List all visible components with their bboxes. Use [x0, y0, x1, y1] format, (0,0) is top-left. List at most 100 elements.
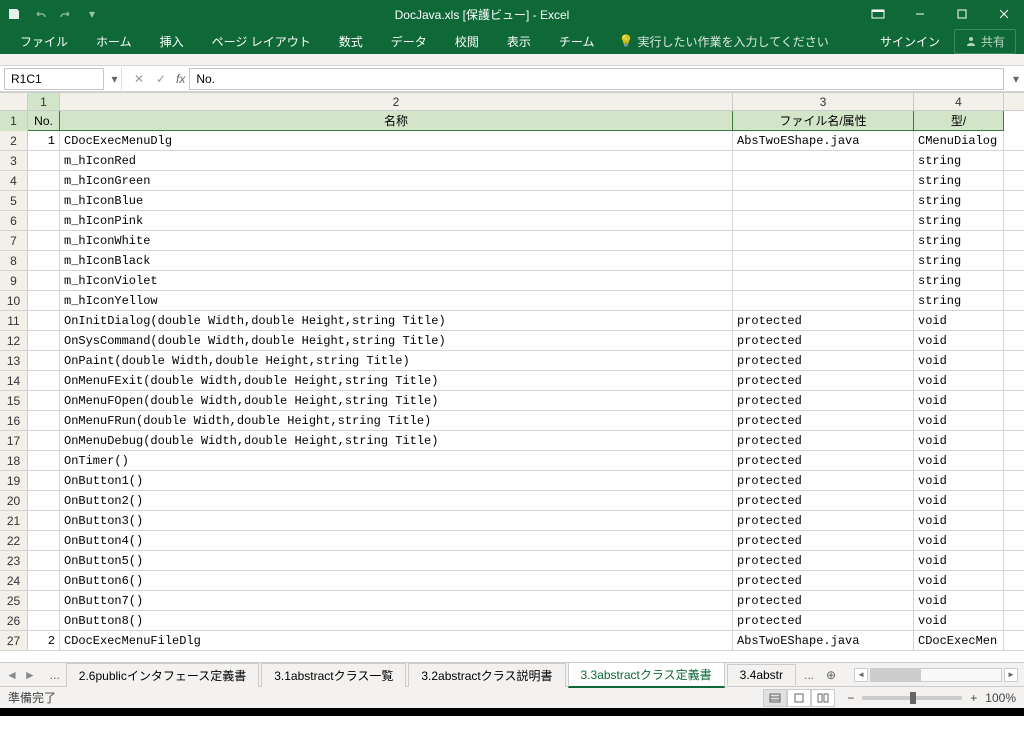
ribbon-tab-view[interactable]: 表示: [495, 29, 543, 54]
zoom-in-icon[interactable]: +: [970, 691, 977, 705]
row-header[interactable]: 17: [0, 431, 28, 450]
cell-name[interactable]: m_hIconWhite: [60, 231, 733, 250]
cell-name[interactable]: CDocExecMenuFileDlg: [60, 631, 733, 650]
row-header[interactable]: 8: [0, 251, 28, 270]
cell-name[interactable]: OnMenuFOpen(double Width,double Height,s…: [60, 391, 733, 410]
new-sheet-icon[interactable]: ⊕: [820, 665, 842, 685]
col-header[interactable]: 2: [60, 93, 733, 110]
cell-file[interactable]: protected: [733, 531, 914, 550]
col-header[interactable]: 3: [733, 93, 914, 110]
tell-me[interactable]: 💡 実行したい作業を入力してください: [618, 33, 828, 50]
tab-overflow-right[interactable]: ...: [798, 665, 820, 685]
cell-type[interactable]: string: [914, 251, 1004, 270]
col-header[interactable]: 1: [28, 93, 60, 110]
cell-type[interactable]: void: [914, 391, 1004, 410]
cell-type[interactable]: void: [914, 571, 1004, 590]
cell-type[interactable]: string: [914, 271, 1004, 290]
cell-name[interactable]: OnMenuFRun(double Width,double Height,st…: [60, 411, 733, 430]
cell-file[interactable]: protected: [733, 491, 914, 510]
row-header[interactable]: 2: [0, 131, 28, 150]
cell-no[interactable]: [28, 191, 60, 210]
cell-file[interactable]: [733, 291, 914, 310]
share-button[interactable]: 共有: [954, 29, 1016, 54]
cell-no[interactable]: [28, 551, 60, 570]
cancel-formula-icon[interactable]: ✕: [128, 68, 150, 90]
cell-name[interactable]: OnButton8(): [60, 611, 733, 630]
cell-name[interactable]: CDocExecMenuDlg: [60, 131, 733, 150]
cell-file[interactable]: [733, 231, 914, 250]
cell-file[interactable]: protected: [733, 551, 914, 570]
cell-type[interactable]: void: [914, 451, 1004, 470]
cell-name[interactable]: m_hIconGreen: [60, 171, 733, 190]
cell-no[interactable]: [28, 471, 60, 490]
cell-file[interactable]: protected: [733, 351, 914, 370]
cell-file[interactable]: protected: [733, 311, 914, 330]
cell-name[interactable]: OnButton5(): [60, 551, 733, 570]
formula-input[interactable]: No.: [189, 68, 1004, 90]
name-box[interactable]: R1C1: [4, 68, 104, 90]
row-header[interactable]: 6: [0, 211, 28, 230]
cell-type[interactable]: void: [914, 371, 1004, 390]
row-header[interactable]: 9: [0, 271, 28, 290]
select-all-corner[interactable]: [0, 93, 28, 110]
cell-no[interactable]: [28, 571, 60, 590]
row-header[interactable]: 14: [0, 371, 28, 390]
cell-name[interactable]: OnSysCommand(double Width,double Height,…: [60, 331, 733, 350]
save-icon[interactable]: [6, 6, 22, 22]
cell-name[interactable]: m_hIconRed: [60, 151, 733, 170]
cell-no[interactable]: [28, 291, 60, 310]
scroll-right-icon[interactable]: ►: [1004, 668, 1018, 682]
cell-file[interactable]: protected: [733, 591, 914, 610]
header-name[interactable]: 名称: [60, 111, 733, 131]
cell-name[interactable]: OnButton2(): [60, 491, 733, 510]
cell-type[interactable]: string: [914, 171, 1004, 190]
cell-name[interactable]: m_hIconYellow: [60, 291, 733, 310]
row-header[interactable]: 24: [0, 571, 28, 590]
cell-type[interactable]: string: [914, 291, 1004, 310]
cell-type[interactable]: string: [914, 211, 1004, 230]
cell-type[interactable]: void: [914, 611, 1004, 630]
header-no[interactable]: No.: [28, 111, 60, 131]
cell-name[interactable]: m_hIconBlack: [60, 251, 733, 270]
cell-name[interactable]: OnButton7(): [60, 591, 733, 610]
cell-file[interactable]: AbsTwoEShape.java: [733, 631, 914, 650]
cell-name[interactable]: OnMenuFExit(double Width,double Height,s…: [60, 371, 733, 390]
signin-link[interactable]: サインイン: [870, 29, 950, 54]
sheet-tab[interactable]: 3.2abstractクラス説明書: [408, 663, 565, 687]
header-file[interactable]: ファイル名/属性: [733, 111, 914, 131]
redo-icon[interactable]: [58, 6, 74, 22]
row-header[interactable]: 7: [0, 231, 28, 250]
sheet-tab[interactable]: 3.4abstr: [727, 664, 796, 685]
cell-no[interactable]: [28, 391, 60, 410]
ribbon-tab-insert[interactable]: 挿入: [148, 29, 196, 54]
cell-no[interactable]: [28, 151, 60, 170]
formula-expand-icon[interactable]: ▾: [1008, 72, 1024, 86]
row-header[interactable]: 20: [0, 491, 28, 510]
row-header[interactable]: 25: [0, 591, 28, 610]
cell-no[interactable]: [28, 271, 60, 290]
sheet-tab[interactable]: 3.1abstractクラス一覧: [261, 663, 406, 687]
row-header[interactable]: 10: [0, 291, 28, 310]
cell-no[interactable]: 2: [28, 631, 60, 650]
row-header[interactable]: 19: [0, 471, 28, 490]
cell-file[interactable]: protected: [733, 371, 914, 390]
qat-dropdown-icon[interactable]: ▾: [84, 6, 100, 22]
header-type[interactable]: 型/: [914, 111, 1004, 131]
cell-file[interactable]: protected: [733, 411, 914, 430]
row-header[interactable]: 21: [0, 511, 28, 530]
cell-no[interactable]: [28, 231, 60, 250]
page-layout-view-icon[interactable]: [787, 689, 811, 707]
cell-no[interactable]: [28, 311, 60, 330]
row-header[interactable]: 4: [0, 171, 28, 190]
cell-type[interactable]: string: [914, 231, 1004, 250]
cell-no[interactable]: [28, 431, 60, 450]
cell-type[interactable]: void: [914, 531, 1004, 550]
cell-file[interactable]: protected: [733, 431, 914, 450]
cell-no[interactable]: [28, 591, 60, 610]
cell-no[interactable]: [28, 251, 60, 270]
cell-no[interactable]: [28, 511, 60, 530]
ribbon-tab-team[interactable]: チーム: [547, 29, 607, 54]
cell-file[interactable]: protected: [733, 451, 914, 470]
name-box-dropdown-icon[interactable]: ▾: [108, 68, 122, 90]
tab-overflow-left[interactable]: ...: [44, 665, 66, 685]
